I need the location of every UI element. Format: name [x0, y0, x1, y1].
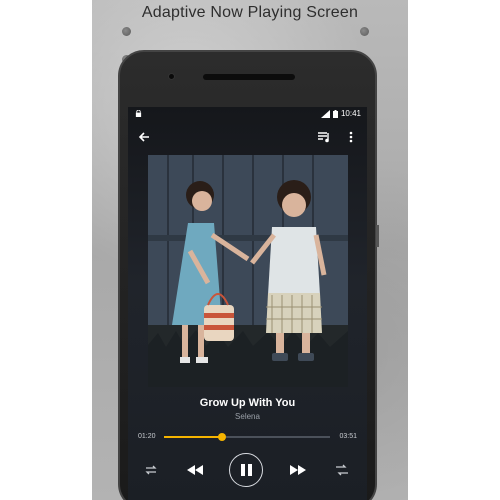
- seek-bar-thumb[interactable]: [218, 433, 227, 441]
- more-vert-icon[interactable]: [346, 129, 356, 145]
- playback-controls: [128, 452, 367, 488]
- earpiece-speaker: [203, 74, 295, 80]
- play-pause-button[interactable]: [229, 453, 263, 487]
- signal-icon: [320, 109, 330, 118]
- phone-side-button: [376, 225, 379, 247]
- promo-headline: Adaptive Now Playing Screen: [141, 4, 359, 21]
- artist-name: Selena: [235, 412, 260, 421]
- battery-icon: [332, 109, 338, 118]
- toolbar: [128, 125, 367, 149]
- arrow-back-icon[interactable]: [136, 129, 152, 145]
- shuffle-icon[interactable]: [335, 463, 349, 477]
- status-time: 10:41: [340, 109, 361, 118]
- lock-icon: [135, 110, 142, 117]
- total-duration: 03:51: [339, 433, 357, 440]
- wall-bolt: [360, 27, 369, 36]
- skip-previous-icon[interactable]: [186, 463, 204, 477]
- front-camera: [168, 73, 175, 80]
- seek-bar-progress: [164, 436, 223, 438]
- status-bar: 10:41: [128, 107, 367, 121]
- queue-music-icon[interactable]: [316, 129, 332, 145]
- pause-icon: [241, 464, 252, 476]
- now-playing-screen: 10:41 Grow Up With You Selena 01:20 03:5…: [128, 107, 367, 500]
- skip-next-icon[interactable]: [289, 463, 307, 477]
- wall-bolt: [122, 27, 131, 36]
- album-artwork: [148, 155, 348, 387]
- repeat-icon[interactable]: [144, 463, 158, 477]
- track-title: Grow Up With You: [199, 397, 296, 409]
- elapsed-time: 01:20: [138, 433, 156, 440]
- seek-bar[interactable]: [164, 433, 330, 441]
